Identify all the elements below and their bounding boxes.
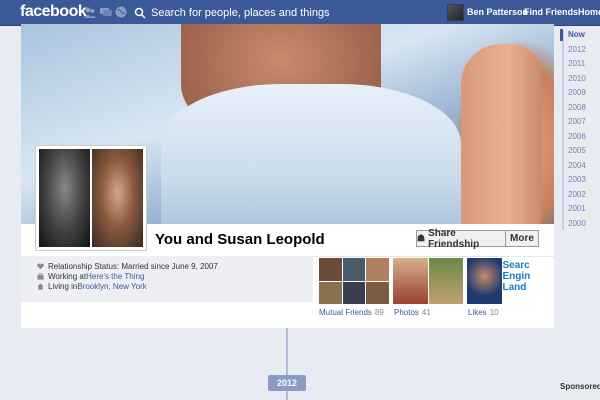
share-friendship-label: Share Friendship	[428, 227, 480, 250]
share-icon: ☗	[417, 233, 426, 243]
search-icon	[134, 7, 146, 19]
messages-icon[interactable]	[100, 6, 112, 18]
mutual-friends-tile[interactable]	[319, 258, 389, 304]
find-friends-link[interactable]: Find Friends	[524, 7, 578, 17]
search-bar[interactable]	[134, 4, 434, 22]
likes-tile[interactable]: Searc Engin Land	[467, 258, 537, 304]
cover-hand-shape	[461, 44, 541, 224]
relationship-status-text: Relationship Status: Married since June …	[48, 262, 218, 271]
timeline-year-marker[interactable]: 2012	[268, 375, 306, 391]
timeline-nav-rail	[562, 30, 564, 230]
profile-picture[interactable]	[35, 145, 147, 251]
year-item-2000[interactable]: 2000	[568, 219, 586, 228]
work-row: Working at Here's the Thing	[37, 272, 144, 281]
year-item-2003[interactable]: 2003	[568, 175, 586, 184]
profile-photo-left	[39, 149, 90, 247]
friend-thumbnail	[366, 258, 389, 281]
timeline-nav-marker	[560, 29, 563, 41]
likes-label[interactable]: Likes 10	[468, 308, 499, 317]
year-item-2008[interactable]: 2008	[568, 103, 586, 112]
year-item-2009[interactable]: 2009	[568, 88, 586, 97]
year-item-2004[interactable]: 2004	[568, 161, 586, 170]
cover-blanket-shape	[161, 84, 461, 224]
like-thumbnail: Searc Engin Land	[502, 258, 537, 304]
user-avatar[interactable]	[447, 4, 464, 21]
briefcase-icon	[37, 273, 44, 280]
profile-photo-right	[92, 149, 143, 247]
relationship-status-row: Relationship Status: Married since June …	[37, 262, 218, 271]
likes-count: 10	[489, 308, 499, 317]
year-item-2010[interactable]: 2010	[568, 74, 586, 83]
mutual-friends-count: 89	[374, 308, 384, 317]
year-item-2012[interactable]: 2012	[568, 45, 586, 54]
page-title: You and Susan Leopold	[155, 231, 325, 248]
friend-thumbnail	[319, 258, 342, 281]
mutual-friends-label[interactable]: Mutual Friends 89	[319, 308, 384, 317]
friend-thumbnail	[366, 281, 389, 304]
top-navigation-bar: facebook Ben Patterson Find Friends Home	[0, 0, 600, 26]
year-item-2005[interactable]: 2005	[568, 146, 586, 155]
photos-text: Photos	[394, 308, 419, 317]
home-icon	[37, 283, 44, 290]
facebook-logo[interactable]: facebook	[20, 3, 87, 21]
share-friendship-button[interactable]: ☗ Share Friendship	[416, 227, 506, 250]
photos-count: 41	[421, 308, 431, 317]
home-link[interactable]: Home	[578, 7, 600, 17]
like-thumbnail	[467, 258, 502, 304]
year-item-2001[interactable]: 2001	[568, 204, 586, 213]
year-item-2002[interactable]: 2002	[568, 190, 586, 199]
friend-thumbnail	[342, 258, 366, 281]
heart-icon	[37, 263, 44, 270]
notifications-globe-icon[interactable]	[115, 6, 127, 18]
mutual-friends-text: Mutual Friends	[319, 308, 372, 317]
friend-thumbnail	[342, 281, 366, 304]
workplace-link[interactable]: Here's the Thing	[86, 272, 144, 281]
sponsored-heading: Sponsored	[560, 382, 600, 391]
friend-requests-icon[interactable]	[84, 6, 96, 18]
location-link[interactable]: Brooklyn, New York	[77, 282, 146, 291]
location-prefix: Living in	[48, 282, 78, 291]
likes-text: Likes	[468, 308, 487, 317]
profile-link[interactable]: Ben Patterson	[467, 7, 528, 17]
friend-thumbnail	[319, 281, 342, 304]
photo-thumbnail	[428, 258, 463, 304]
more-button[interactable]: More	[505, 230, 539, 247]
year-item-2007[interactable]: 2007	[568, 117, 586, 126]
photo-thumbnail	[393, 258, 428, 304]
search-input[interactable]	[151, 7, 411, 19]
year-item-2011[interactable]: 2011	[568, 59, 585, 68]
photos-tile[interactable]	[393, 258, 463, 304]
year-item-now[interactable]: Now	[568, 30, 585, 39]
location-row: Living in Brooklyn, New York	[37, 282, 147, 291]
photos-label[interactable]: Photos 41	[394, 308, 431, 317]
year-item-2006[interactable]: 2006	[568, 132, 586, 141]
work-prefix: Working at	[48, 272, 87, 281]
